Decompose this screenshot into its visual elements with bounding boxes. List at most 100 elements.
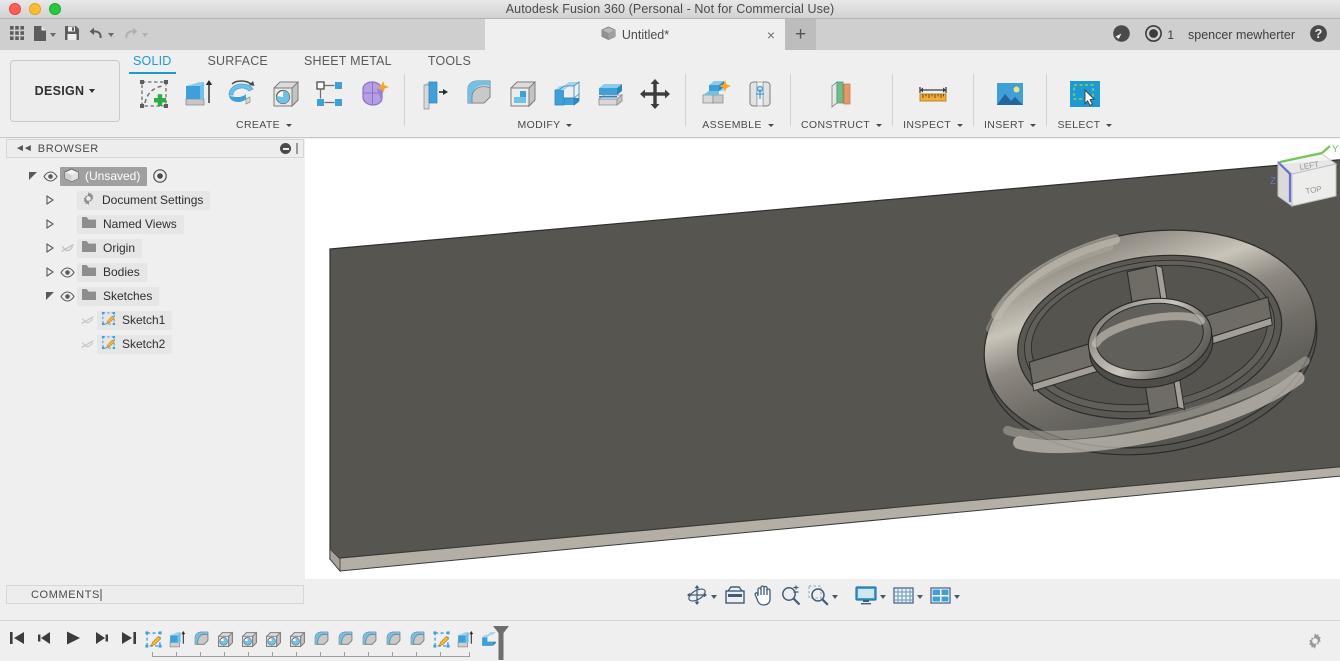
ribbon-group-assemble-label[interactable]: ASSEMBLE <box>702 119 774 131</box>
visibility-eye-off-icon[interactable] <box>57 243 77 254</box>
gear-icon[interactable] <box>1306 632 1324 653</box>
pan-button[interactable] <box>751 584 775 610</box>
tree-node-unsaved-body[interactable]: (Unsaved) <box>60 166 148 186</box>
look-at-button[interactable] <box>722 584 748 610</box>
step-back-icon[interactable] <box>36 630 54 649</box>
construction-plane-icon[interactable] <box>822 74 862 114</box>
tree-node-unsaved[interactable]: (Unsaved) <box>6 164 304 188</box>
timeline-feature-fillet2[interactable] <box>309 626 333 652</box>
viewport-layout-button[interactable] <box>928 584 962 610</box>
create-sketch-icon[interactable] <box>134 74 174 114</box>
expander-collapsed-icon[interactable] <box>43 219 57 229</box>
combine-icon[interactable] <box>547 74 587 114</box>
tree-node-origin-body[interactable]: Origin <box>77 238 143 258</box>
play-icon[interactable] <box>64 630 82 649</box>
step-forward-icon[interactable] <box>92 630 110 649</box>
tree-node-bodies[interactable]: Bodies <box>6 260 304 284</box>
go-to-beginning-icon[interactable] <box>8 630 26 649</box>
tree-node-sketches[interactable]: Sketches <box>6 284 304 308</box>
move-copy-icon[interactable] <box>635 74 675 114</box>
expander-collapsed-icon[interactable] <box>43 267 57 277</box>
timeline-feature-extrude2[interactable] <box>453 626 477 652</box>
ribbon-group-modify-label[interactable]: MODIFY <box>518 119 573 131</box>
tree-node-sketch1[interactable]: Sketch1 <box>6 308 304 332</box>
tree-node-sketch1-body[interactable]: Sketch1 <box>97 310 173 330</box>
revolve-icon[interactable] <box>222 74 262 114</box>
apps-grid-button[interactable] <box>6 23 28 47</box>
expander-expanded-icon[interactable] <box>43 291 57 301</box>
tree-node-sketch2[interactable]: Sketch2 <box>6 332 304 356</box>
expander-collapsed-icon[interactable] <box>43 195 57 205</box>
tab-tools[interactable]: TOOLS <box>428 52 471 70</box>
select-window-icon[interactable] <box>1065 74 1105 114</box>
create-form-icon[interactable] <box>354 74 394 114</box>
go-to-end-icon[interactable] <box>120 630 138 649</box>
new-tab-button[interactable]: + <box>785 19 816 50</box>
save-button[interactable] <box>61 23 83 47</box>
tree-node-document-settings-body[interactable]: Document Settings <box>77 190 211 210</box>
workspace-switcher-button[interactable]: DESIGN <box>10 60 120 122</box>
pattern-icon[interactable] <box>310 74 350 114</box>
timeline-feature-fillet3[interactable] <box>333 626 357 652</box>
fit-button[interactable] <box>806 584 840 610</box>
display-settings-button[interactable] <box>853 584 888 610</box>
tree-node-bodies-body[interactable]: Bodies <box>77 262 147 282</box>
activate-component-icon[interactable] <box>153 169 168 183</box>
data-panel-icon[interactable] <box>1112 24 1131 46</box>
view-cube[interactable]: LEFT TOP Y Z <box>1270 144 1339 207</box>
insert-image-icon[interactable] <box>990 74 1030 114</box>
panel-minus-icon[interactable] <box>280 143 291 154</box>
visibility-eye-icon[interactable] <box>40 170 60 182</box>
job-status-group[interactable]: 1 <box>1145 24 1174 45</box>
ribbon-group-create-label[interactable]: CREATE <box>236 119 292 131</box>
shell-icon[interactable] <box>503 74 543 114</box>
timeline-feature-fillet6[interactable] <box>405 626 429 652</box>
tree-node-document-settings[interactable]: Document Settings <box>6 188 304 212</box>
timeline-feature-fillet1[interactable] <box>189 626 213 652</box>
tab-sheet-metal[interactable]: SHEET METAL <box>304 52 392 70</box>
ribbon-group-inspect-label[interactable]: INSPECT <box>903 119 964 131</box>
extrude-icon[interactable] <box>178 74 218 114</box>
close-tab-button[interactable]: × <box>767 28 775 42</box>
ribbon-group-insert-label[interactable]: INSERT <box>984 119 1037 131</box>
tab-surface[interactable]: SURFACE <box>208 52 268 70</box>
new-component-icon[interactable] <box>696 74 736 114</box>
viewport-canvas[interactable]: LEFT TOP Y Z <box>305 139 1340 579</box>
timeline-feature-fillet4[interactable] <box>357 626 381 652</box>
timeline-feature-revolve1[interactable] <box>213 626 237 652</box>
expander-collapsed-icon[interactable] <box>43 243 57 253</box>
joint-icon[interactable] <box>740 74 780 114</box>
timeline-feature-sketch1[interactable] <box>141 626 165 652</box>
help-icon[interactable]: ? <box>1309 24 1328 46</box>
undo-button[interactable] <box>85 23 117 47</box>
timeline-feature-extrude1[interactable] <box>165 626 189 652</box>
orbit-button[interactable] <box>684 584 719 610</box>
timeline-marker[interactable] <box>492 625 509 660</box>
visibility-eye-off-icon[interactable] <box>77 339 97 350</box>
tree-node-sketches-body[interactable]: Sketches <box>77 286 160 306</box>
fillet-icon[interactable] <box>459 74 499 114</box>
username-label[interactable]: spencer mewherter <box>1188 28 1295 42</box>
hole-icon[interactable] <box>266 74 306 114</box>
timeline-feature-revolve4[interactable] <box>285 626 309 652</box>
tree-node-named-views-body[interactable]: Named Views <box>77 214 184 234</box>
collapse-left-icon[interactable]: ◄◄ <box>15 143 33 154</box>
timeline-feature-revolve3[interactable] <box>261 626 285 652</box>
visibility-eye-off-icon[interactable] <box>77 315 97 326</box>
document-tab-untitled[interactable]: Untitled* × <box>485 19 785 50</box>
panel-resize-grip[interactable] <box>296 143 298 154</box>
timeline-feature-fillet5[interactable] <box>381 626 405 652</box>
zoom-button[interactable] <box>778 584 803 610</box>
ribbon-group-select-label[interactable]: SELECT <box>1057 119 1113 131</box>
tab-solid[interactable]: SOLID <box>129 52 175 74</box>
split-face-icon[interactable] <box>591 74 631 114</box>
new-document-button[interactable] <box>30 23 59 47</box>
expander-expanded-icon[interactable] <box>26 171 40 181</box>
measure-icon[interactable] <box>913 74 953 114</box>
redo-button[interactable] <box>119 23 151 47</box>
visibility-eye-icon[interactable] <box>57 266 77 278</box>
timeline-feature-sketch2[interactable] <box>429 626 453 652</box>
grid-snap-button[interactable] <box>891 584 925 610</box>
ribbon-group-construct-label[interactable]: CONSTRUCT <box>801 119 883 131</box>
tree-node-origin[interactable]: Origin <box>6 236 304 260</box>
